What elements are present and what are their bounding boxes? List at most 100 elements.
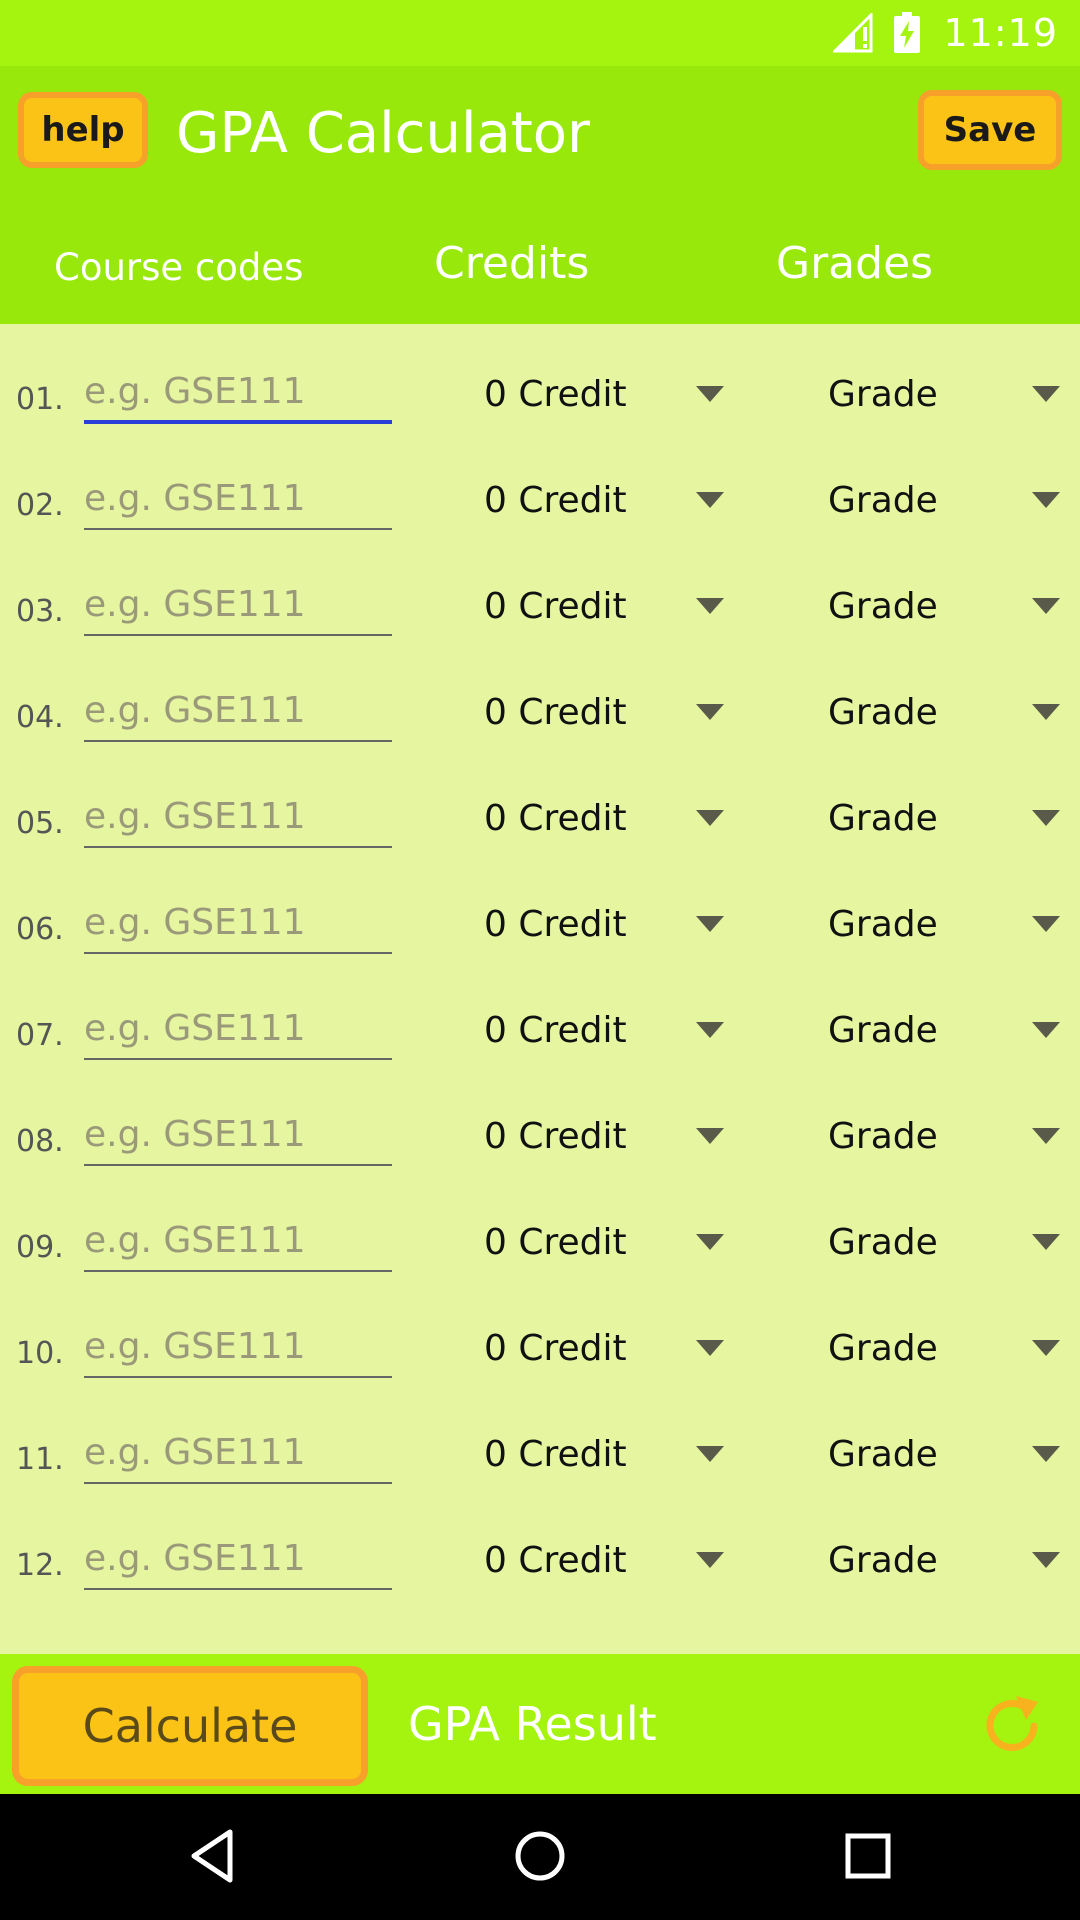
course-code-input[interactable]: [84, 1322, 392, 1378]
grade-dropdown[interactable]: Grade: [828, 1534, 1060, 1590]
grade-dropdown[interactable]: Grade: [828, 580, 1060, 636]
dropdown-arrow-icon: [696, 1022, 724, 1038]
credit-value: 0 Credit: [484, 904, 627, 945]
grade-dropdown[interactable]: Grade: [828, 368, 1060, 424]
credit-dropdown[interactable]: 0 Credit: [484, 1534, 724, 1590]
credit-dropdown[interactable]: 0 Credit: [484, 1322, 724, 1378]
credit-dropdown[interactable]: 0 Credit: [484, 1216, 724, 1272]
dropdown-arrow-icon: [1032, 386, 1060, 402]
credit-dropdown[interactable]: 0 Credit: [484, 1110, 724, 1166]
credits-header: Credits: [434, 238, 590, 289]
status-time: 11:19: [943, 11, 1058, 55]
row-number: 08.: [16, 1124, 64, 1159]
dropdown-arrow-icon: [1032, 1234, 1060, 1250]
row-number: 04.: [16, 700, 64, 735]
course-list: 01. 0 Credit Grade 02. 0 Credit Grade 03…: [0, 324, 1080, 1654]
help-button[interactable]: help: [18, 92, 148, 168]
dropdown-arrow-icon: [1032, 492, 1060, 508]
grade-dropdown[interactable]: Grade: [828, 686, 1060, 742]
row-number: 03.: [16, 594, 64, 629]
grade-value: Grade: [828, 1010, 938, 1051]
course-row: 08. 0 Credit Grade: [0, 1066, 1080, 1172]
course-row: 11. 0 Credit Grade: [0, 1384, 1080, 1490]
course-code-input[interactable]: [84, 898, 392, 954]
credit-dropdown[interactable]: 0 Credit: [484, 580, 724, 636]
credit-dropdown[interactable]: 0 Credit: [484, 1428, 724, 1484]
signal-icon: [833, 13, 873, 53]
credit-value: 0 Credit: [484, 692, 627, 733]
credit-dropdown[interactable]: 0 Credit: [484, 898, 724, 954]
grade-dropdown[interactable]: Grade: [828, 792, 1060, 848]
course-code-input[interactable]: [84, 1004, 392, 1060]
app-bar: help GPA Calculator Save Course codes Cr…: [0, 66, 1080, 324]
course-code-input[interactable]: [84, 1216, 392, 1272]
course-code-input[interactable]: [84, 1110, 392, 1166]
row-number: 10.: [16, 1336, 64, 1371]
course-row: 04. 0 Credit Grade: [0, 642, 1080, 748]
course-row: 02. 0 Credit Grade: [0, 430, 1080, 536]
grade-dropdown[interactable]: Grade: [828, 474, 1060, 530]
course-row: 06. 0 Credit Grade: [0, 854, 1080, 960]
grade-dropdown[interactable]: Grade: [828, 1322, 1060, 1378]
course-row: 07. 0 Credit Grade: [0, 960, 1080, 1066]
grades-header: Grades: [776, 238, 934, 289]
dropdown-arrow-icon: [696, 916, 724, 932]
dropdown-arrow-icon: [696, 598, 724, 614]
credit-value: 0 Credit: [484, 480, 627, 521]
dropdown-arrow-icon: [696, 1128, 724, 1144]
dropdown-arrow-icon: [1032, 1446, 1060, 1462]
dropdown-arrow-icon: [1032, 1552, 1060, 1568]
course-code-input[interactable]: [84, 1428, 392, 1484]
course-code-input[interactable]: [84, 1534, 392, 1590]
grade-value: Grade: [828, 692, 938, 733]
row-number: 01.: [16, 382, 64, 417]
grade-value: Grade: [828, 1434, 938, 1475]
back-icon[interactable]: [180, 1824, 244, 1888]
credit-dropdown[interactable]: 0 Credit: [484, 1004, 724, 1060]
course-code-input[interactable]: [84, 368, 392, 424]
grade-value: Grade: [828, 904, 938, 945]
course-row: 10. 0 Credit Grade: [0, 1278, 1080, 1384]
grade-dropdown[interactable]: Grade: [828, 1004, 1060, 1060]
grade-dropdown[interactable]: Grade: [828, 1428, 1060, 1484]
grade-dropdown[interactable]: Grade: [828, 898, 1060, 954]
dropdown-arrow-icon: [696, 1234, 724, 1250]
grade-value: Grade: [828, 1328, 938, 1369]
gpa-result-label: GPA Result: [408, 1697, 657, 1751]
credit-dropdown[interactable]: 0 Credit: [484, 368, 724, 424]
home-icon[interactable]: [508, 1824, 572, 1888]
grade-dropdown[interactable]: Grade: [828, 1216, 1060, 1272]
grade-value: Grade: [828, 586, 938, 627]
credit-dropdown[interactable]: 0 Credit: [484, 686, 724, 742]
course-code-input[interactable]: [84, 474, 392, 530]
course-code-input[interactable]: [84, 792, 392, 848]
grade-dropdown[interactable]: Grade: [828, 1110, 1060, 1166]
recents-icon[interactable]: [836, 1824, 900, 1888]
credit-value: 0 Credit: [484, 1540, 627, 1581]
row-number: 02.: [16, 488, 64, 523]
calculate-button[interactable]: Calculate: [12, 1666, 368, 1786]
row-number: 12.: [16, 1548, 64, 1583]
dropdown-arrow-icon: [696, 1340, 724, 1356]
credit-value: 0 Credit: [484, 1328, 627, 1369]
grade-value: Grade: [828, 374, 938, 415]
course-code-input[interactable]: [84, 686, 392, 742]
credit-dropdown[interactable]: 0 Credit: [484, 792, 724, 848]
dropdown-arrow-icon: [1032, 916, 1060, 932]
credit-value: 0 Credit: [484, 1222, 627, 1263]
credit-value: 0 Credit: [484, 1434, 627, 1475]
dropdown-arrow-icon: [696, 1552, 724, 1568]
refresh-icon[interactable]: [976, 1690, 1048, 1762]
dropdown-arrow-icon: [696, 386, 724, 402]
row-number: 07.: [16, 1018, 64, 1053]
save-button[interactable]: Save: [918, 90, 1062, 170]
course-code-input[interactable]: [84, 580, 392, 636]
bottom-bar: Calculate GPA Result: [0, 1654, 1080, 1794]
credit-value: 0 Credit: [484, 1116, 627, 1157]
credit-dropdown[interactable]: 0 Credit: [484, 474, 724, 530]
course-row: 09. 0 Credit Grade: [0, 1172, 1080, 1278]
grade-value: Grade: [828, 1540, 938, 1581]
dropdown-arrow-icon: [1032, 1128, 1060, 1144]
dropdown-arrow-icon: [1032, 810, 1060, 826]
dropdown-arrow-icon: [1032, 704, 1060, 720]
